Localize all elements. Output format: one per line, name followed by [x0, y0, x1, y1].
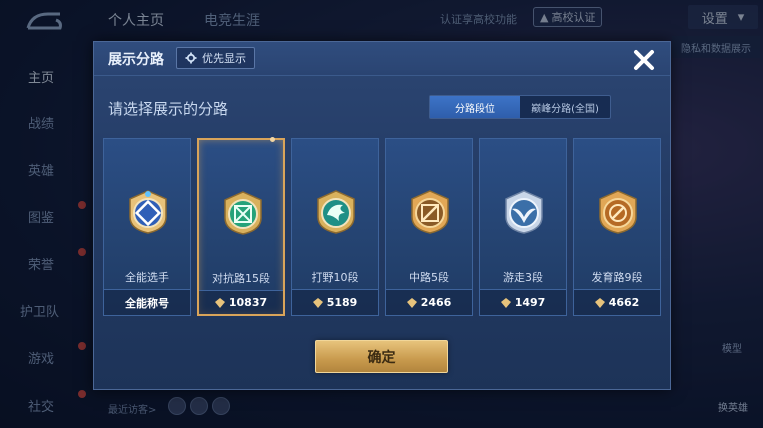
lane-card-jungle[interactable]: 打野10段 5189: [291, 138, 379, 316]
jungle-emblem-icon: [317, 190, 355, 234]
lane-stat: 全能称号: [104, 289, 190, 315]
lane-card-all-round[interactable]: 全能选手 全能称号: [103, 138, 191, 316]
farm-lane-emblem-icon: [599, 190, 637, 234]
lane-rank-label: 对抗路15段: [212, 272, 270, 285]
gear-icon: [185, 52, 197, 64]
lane-rank-label: 中路5段: [409, 271, 449, 284]
confirm-button[interactable]: 确定: [315, 340, 448, 373]
lane-mode-tabs: 分路段位 巅峰分路(全国): [429, 95, 611, 119]
lane-points-icon: [406, 297, 417, 308]
lane-stat: 2466: [386, 289, 472, 315]
lane-points-icon: [594, 297, 605, 308]
lane-card-farm[interactable]: 发育路9段 4662: [573, 138, 661, 316]
tab-peak-lane[interactable]: 巅峰分路(全国): [520, 96, 610, 118]
lane-rank-label: 发育路9段: [591, 271, 643, 284]
lane-stat: 10837: [199, 290, 283, 314]
priority-display-button[interactable]: 优先显示: [176, 47, 255, 69]
selected-marker: [270, 137, 275, 142]
lane-points-icon: [500, 297, 511, 308]
all-round-emblem-icon: [129, 190, 167, 234]
lane-points-icon: [312, 297, 323, 308]
tab-lane-rank[interactable]: 分路段位: [430, 96, 520, 118]
lane-stat: 1497: [480, 289, 566, 315]
lane-card-roam[interactable]: 游走3段 1497: [479, 138, 567, 316]
lane-rank-label: 游走3段: [503, 271, 543, 284]
lane-rank-label: 全能选手: [125, 271, 169, 284]
lane-card-clash[interactable]: 对抗路15段 10837: [197, 137, 285, 316]
lane-points-icon: [214, 297, 225, 308]
roam-emblem-icon: [505, 190, 543, 234]
lane-stat: 4662: [574, 289, 660, 315]
dialog-subtitle: 请选择展示的分路: [108, 100, 229, 118]
mid-lane-emblem-icon: [411, 190, 449, 234]
lane-card-mid[interactable]: 中路5段 2466: [385, 138, 473, 316]
dialog-header: 展示分路 优先显示: [94, 42, 670, 76]
lane-rank-label: 打野10段: [311, 271, 359, 284]
lane-stat: 5189: [292, 289, 378, 315]
dialog-title: 展示分路: [108, 52, 164, 68]
lane-display-dialog: 展示分路 优先显示 请选择展示的分路 分路段位 巅峰分路(全国) 全能选手 全能…: [93, 41, 671, 390]
clash-lane-emblem-icon: [224, 191, 262, 235]
close-icon[interactable]: [630, 46, 658, 74]
